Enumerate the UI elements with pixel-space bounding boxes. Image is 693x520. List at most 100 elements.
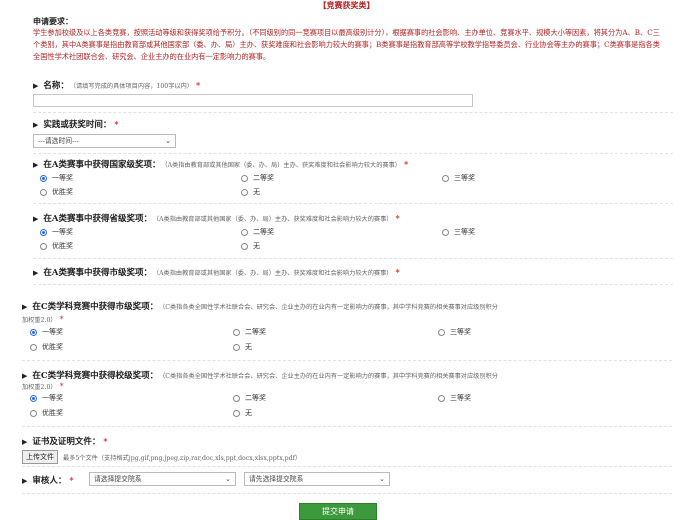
radio-none[interactable]: 无 xyxy=(233,408,252,418)
required-star: * xyxy=(114,119,119,129)
radio-icon[interactable] xyxy=(233,394,240,402)
radio-label: 三等奖 xyxy=(450,394,471,402)
section-a-municipal-row: ▶ 在A类赛事中获得市级奖项： （A类指由教育部或其他国家（委、办、局）主办、获奖难… xyxy=(33,266,400,278)
radio-excellence[interactable]: 优胜奖 xyxy=(40,241,73,251)
triangle-right-icon: ▶ xyxy=(22,437,28,446)
section-label: 在A类赛事中获得市级奖项： xyxy=(43,268,152,278)
radio-third-prize[interactable]: 三等奖 xyxy=(438,393,471,403)
chevron-down-icon: ⌄ xyxy=(225,475,231,483)
divider xyxy=(33,112,673,113)
name-input[interactable] xyxy=(33,94,473,107)
radio-none[interactable]: 无 xyxy=(241,187,260,197)
radio-third-prize[interactable]: 三等奖 xyxy=(438,327,471,337)
radio-second-prize[interactable]: 二等奖 xyxy=(241,227,274,237)
divider xyxy=(33,203,673,204)
section-hint: （C类指各类全国性学术社联合会、研究会、企业主办的在业内有一定影响力的赛事，其中… xyxy=(162,373,498,380)
section-hint: （A类指由教育部或其他国家（委、办、局）主办、获奖难度和社会影响力较大的赛事） xyxy=(164,162,402,169)
reviewer-label: 审核人： xyxy=(32,476,67,486)
radio-label: 无 xyxy=(245,409,252,417)
files-row: ▶ 证书及证明文件： * xyxy=(22,435,108,447)
department-select[interactable]: 请选择提交院系 ⌄ xyxy=(89,472,236,486)
radio-icon[interactable] xyxy=(442,174,449,182)
department-select-value: 请选择提交院系 xyxy=(94,475,142,483)
radio-icon[interactable] xyxy=(241,228,248,236)
divider xyxy=(33,258,673,259)
required-star: * xyxy=(59,315,64,324)
upload-file-button[interactable]: 上传文件 xyxy=(22,450,58,464)
radio-first-prize[interactable]: 一等奖 xyxy=(40,173,73,183)
section-hint: （C类指各类全国性学术社联合会、研究会、企业主办的在业内有一定影响力的赛事，其中… xyxy=(162,304,498,311)
required-star: * xyxy=(59,382,64,391)
radio-third-prize[interactable]: 三等奖 xyxy=(442,227,475,237)
radio-icon[interactable] xyxy=(233,343,240,351)
section-a-provincial-row: ▶ 在A类赛事中获得省级奖项： （A类指由教育部或其他国家（委、办、局）主办、获奖难… xyxy=(33,212,400,224)
section-hint-cont: 加权重2.0） * xyxy=(22,382,64,391)
radio-icon[interactable] xyxy=(438,328,445,336)
time-select[interactable]: ---请选时间--- ⌄ xyxy=(33,134,176,148)
radio-icon[interactable] xyxy=(241,242,248,250)
required-star: * xyxy=(103,436,108,446)
divider xyxy=(22,360,672,361)
triangle-right-icon: ▶ xyxy=(22,302,28,311)
time-label: 实践或获奖时间： xyxy=(43,120,112,130)
radio-label: 二等奖 xyxy=(245,328,266,336)
radio-checked-icon[interactable] xyxy=(40,174,47,182)
section-label: 在C类学科竞赛中获得市级奖项： xyxy=(32,302,159,312)
radio-checked-icon[interactable] xyxy=(40,228,47,236)
radio-icon[interactable] xyxy=(442,228,449,236)
divider xyxy=(22,426,672,427)
radio-checked-icon[interactable] xyxy=(30,394,37,402)
radio-second-prize[interactable]: 二等奖 xyxy=(233,393,266,403)
triangle-right-icon: ▶ xyxy=(33,120,39,129)
radio-label: 优胜奖 xyxy=(52,242,73,250)
radio-none[interactable]: 无 xyxy=(233,342,252,352)
radio-excellence[interactable]: 优胜奖 xyxy=(40,187,73,197)
radio-excellence[interactable]: 优胜奖 xyxy=(30,408,63,418)
radio-label: 二等奖 xyxy=(253,174,274,182)
name-label: 名称： xyxy=(43,81,69,91)
section-hint: （A类指由教育部或其他国家（委、办、局）主办、获奖难度和社会影响力较大的赛事） xyxy=(156,270,393,277)
radio-label: 二等奖 xyxy=(245,394,266,402)
triangle-right-icon: ▶ xyxy=(22,476,28,485)
time-select-value: ---请选时间--- xyxy=(38,137,79,145)
radio-icon[interactable] xyxy=(233,328,240,336)
radio-icon[interactable] xyxy=(241,174,248,182)
required-star: * xyxy=(196,80,201,90)
divider xyxy=(33,153,673,154)
required-star: * xyxy=(395,213,400,223)
radio-second-prize[interactable]: 二等奖 xyxy=(233,327,266,337)
radio-second-prize[interactable]: 二等奖 xyxy=(241,173,274,183)
radio-excellence[interactable]: 优胜奖 xyxy=(30,342,63,352)
radio-first-prize[interactable]: 一等奖 xyxy=(40,227,73,237)
name-field-row: ▶ 名称： （请填写完成的具体项目内容，100字以内） * xyxy=(33,79,200,91)
upload-row: 上传文件 最多5个文件（支持格式jpg,gif,png,jpeg,zip,rar… xyxy=(22,450,301,464)
radio-icon[interactable] xyxy=(40,242,47,250)
section-hint-cont: 加权重2.0） * xyxy=(22,315,64,324)
radio-icon[interactable] xyxy=(40,188,47,196)
divider xyxy=(22,466,672,467)
required-star: * xyxy=(69,475,74,485)
reviewer-select[interactable]: 请先选择提交院系 ⌄ xyxy=(244,472,390,486)
radio-third-prize[interactable]: 三等奖 xyxy=(442,173,475,183)
radio-label: 三等奖 xyxy=(454,228,475,236)
radio-icon[interactable] xyxy=(30,343,37,351)
radio-checked-icon[interactable] xyxy=(30,328,37,336)
radio-first-prize[interactable]: 一等奖 xyxy=(30,327,63,337)
section-a-national-row: ▶ 在A类赛事中获得国家级奖项： （A类指由教育部或其他国家（委、办、局）主办、获奖… xyxy=(33,158,408,170)
triangle-right-icon: ▶ xyxy=(33,160,39,169)
radio-label: 无 xyxy=(253,188,260,196)
section-c-school-row: ▶ 在C类学科竞赛中获得校级奖项： （C类指各类全国性学术社联合会、研究会、企业主办… xyxy=(22,369,498,381)
triangle-right-icon: ▶ xyxy=(33,214,39,223)
radio-icon[interactable] xyxy=(241,188,248,196)
radio-icon[interactable] xyxy=(233,409,240,417)
files-label: 证书及证明文件： xyxy=(32,437,101,447)
radio-first-prize[interactable]: 一等奖 xyxy=(30,393,63,403)
radio-label: 二等奖 xyxy=(253,228,274,236)
reviewer-select-value: 请先选择提交院系 xyxy=(249,475,304,483)
triangle-right-icon: ▶ xyxy=(33,268,39,277)
submit-button[interactable]: 提交申请 xyxy=(299,503,377,520)
radio-icon[interactable] xyxy=(30,409,37,417)
radio-icon[interactable] xyxy=(438,394,445,402)
upload-hint: 最多5个文件（支持格式jpg,gif,png,jpeg,zip,rar,doc,… xyxy=(63,454,302,462)
radio-none[interactable]: 无 xyxy=(241,241,260,251)
